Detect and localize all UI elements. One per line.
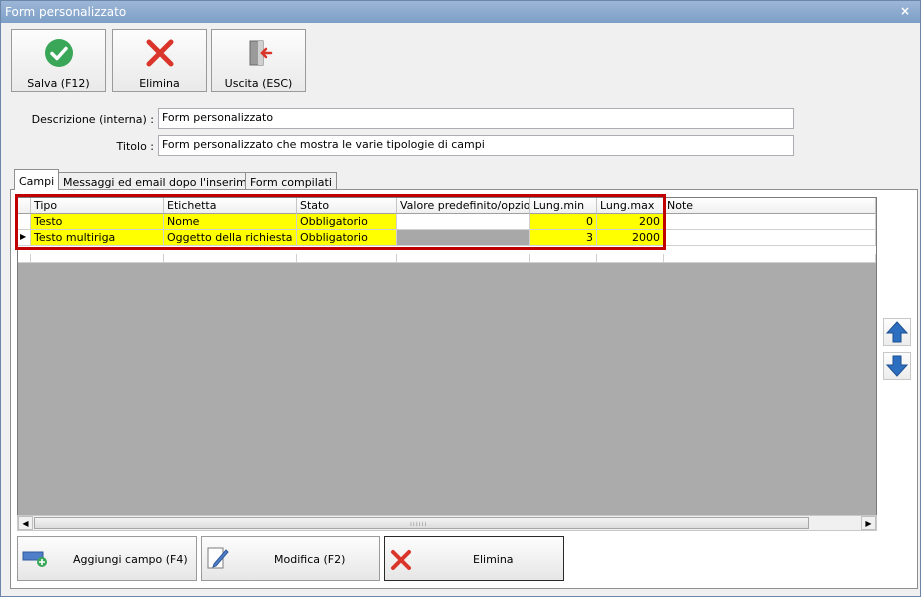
cell-valore[interactable] [397, 214, 530, 230]
tab-campi[interactable]: Campi [14, 169, 60, 190]
col-header-lung-max[interactable]: Lung.max [597, 198, 664, 214]
form-window: Form personalizzato × Salva (F12) Elimin… [0, 0, 921, 597]
col-header-stato[interactable]: Stato [297, 198, 397, 214]
row-indicator [18, 214, 31, 230]
save-label: Salva (F12) [27, 77, 90, 90]
new-row-indicator [18, 254, 31, 263]
delete-x-icon [391, 550, 411, 570]
col-header-etichetta[interactable]: Etichetta [164, 198, 297, 214]
horizontal-scrollbar[interactable]: ◀ ⁞⁞⁞⁞⁞⁞ ▶ [17, 515, 877, 531]
scroll-right-icon[interactable]: ▶ [861, 516, 876, 530]
exit-button[interactable]: Uscita (ESC) [211, 29, 306, 92]
window-title: Form personalizzato [5, 5, 127, 19]
cell-lung-min[interactable]: 3 [530, 230, 597, 246]
table-row[interactable]: Testo Nome Obbligatorio 0 200 [18, 214, 876, 231]
col-header-lung-min[interactable]: Lung.min [530, 198, 597, 214]
title-bar: Form personalizzato × [1, 1, 920, 23]
cell-lung-max[interactable]: 200 [597, 214, 664, 230]
cell-note[interactable] [664, 230, 876, 246]
delete-x-icon [146, 39, 174, 67]
exit-label: Uscita (ESC) [224, 77, 293, 90]
move-up-button[interactable] [883, 318, 911, 346]
col-header-valore[interactable]: Valore predefinito/opzioni [397, 198, 530, 214]
scroll-left-icon[interactable]: ◀ [18, 516, 33, 530]
tab-messaggi[interactable]: Messaggi ed email dopo l'inserimento [58, 172, 277, 190]
grid-header-row: Tipo Etichetta Stato Valore predefinito/… [18, 198, 876, 215]
delete-field-label: Elimina [473, 553, 514, 566]
cell-stato[interactable]: Obbligatorio [297, 230, 397, 246]
description-input[interactable]: Form personalizzato [158, 108, 794, 129]
new-row-cell[interactable] [164, 254, 297, 263]
arrow-down-icon [885, 355, 909, 377]
add-field-label: Aggiungi campo (F4) [73, 553, 188, 566]
new-row-cell[interactable] [530, 254, 597, 263]
add-field-button[interactable]: Aggiungi campo (F4) [17, 536, 197, 581]
new-row[interactable] [18, 254, 876, 271]
add-field-icon [22, 551, 47, 567]
current-row-marker-icon: ▶ [18, 230, 31, 246]
cell-note[interactable] [664, 214, 876, 230]
cell-tipo[interactable]: Testo [31, 214, 164, 230]
cell-stato[interactable]: Obbligatorio [297, 214, 397, 230]
scroll-thumb[interactable]: ⁞⁞⁞⁞⁞⁞ [34, 517, 809, 529]
new-row-cell[interactable] [31, 254, 164, 263]
fields-grid[interactable]: Tipo Etichetta Stato Valore predefinito/… [17, 197, 877, 530]
new-row-cell[interactable] [664, 254, 876, 263]
cell-etichetta[interactable]: Oggetto della richiesta [164, 230, 297, 246]
cell-tipo[interactable]: Testo multiriga [31, 230, 164, 246]
col-header-note[interactable]: Note [664, 198, 876, 214]
tab-form-compilati[interactable]: Form compilati [245, 172, 337, 190]
title-label: Titolo : [116, 140, 154, 153]
save-button[interactable]: Salva (F12) [11, 29, 106, 92]
move-down-button[interactable] [883, 352, 911, 380]
grip-icon: ⁞⁞⁞⁞⁞⁞ [410, 521, 428, 528]
close-icon[interactable]: × [900, 4, 910, 18]
row-indicator-header [18, 198, 31, 214]
check-circle-icon [45, 39, 73, 67]
cell-valore[interactable] [397, 230, 530, 246]
delete-button[interactable]: Elimina [112, 29, 207, 92]
title-input[interactable]: Form personalizzato che mostra le varie … [158, 135, 794, 156]
delete-field-button[interactable]: Elimina [384, 536, 564, 581]
edit-button[interactable]: Modifica (F2) [201, 536, 380, 581]
new-row-cell[interactable] [597, 254, 664, 263]
arrow-up-icon [885, 321, 909, 343]
new-row-cell[interactable] [397, 254, 530, 263]
cell-lung-min[interactable]: 0 [530, 214, 597, 230]
exit-door-icon [249, 40, 273, 66]
delete-label: Elimina [139, 77, 180, 90]
col-header-tipo[interactable]: Tipo [31, 198, 164, 214]
new-row-cell[interactable] [297, 254, 397, 263]
cell-lung-max[interactable]: 2000 [597, 230, 664, 246]
table-row[interactable]: ▶ Testo multiriga Oggetto della richiest… [18, 230, 876, 247]
edit-pencil-icon [207, 547, 229, 569]
cell-etichetta[interactable]: Nome [164, 214, 297, 230]
description-label: Descrizione (interna) : [31, 113, 154, 126]
edit-label: Modifica (F2) [274, 553, 346, 566]
